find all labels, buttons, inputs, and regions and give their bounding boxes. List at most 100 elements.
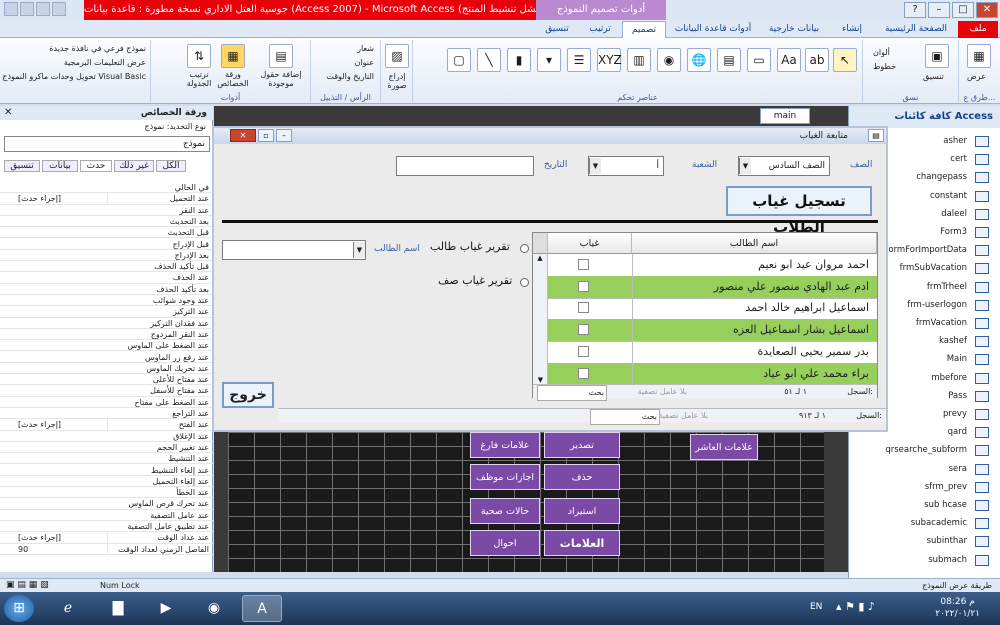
nav-item-form[interactable]: sera bbox=[849, 460, 1000, 478]
line-icon[interactable]: ╲ bbox=[477, 48, 501, 72]
property-row[interactable]: بعد تأكيد الحذف bbox=[0, 284, 213, 295]
subform-new-window-button[interactable]: نموذج فرعي في نافذة جديدة bbox=[49, 44, 146, 53]
property-row[interactable]: قبل تأكيد الحذف bbox=[0, 261, 213, 273]
ps-tab-format[interactable]: تنسيق bbox=[4, 160, 40, 172]
convert-macros-button[interactable]: تحويل وحدات ماكرو النموذج إلى Visual Bas… bbox=[0, 72, 146, 81]
property-row[interactable]: عند عامل التصفية bbox=[0, 510, 213, 521]
property-value[interactable]: 90 bbox=[18, 543, 108, 555]
start-button-icon[interactable]: ⊞ bbox=[4, 595, 34, 622]
table-row[interactable]: بدر سمير يحيى الصعايدة bbox=[548, 340, 877, 364]
button-empty-grades[interactable]: علامات فارغ bbox=[470, 432, 540, 458]
table-row[interactable]: براء محمد علي ابو عياد bbox=[548, 362, 877, 386]
chevron-up-icon[interactable]: ▲ bbox=[533, 254, 547, 262]
tab-order-icon[interactable]: ⇅ bbox=[187, 44, 211, 68]
page-break-icon[interactable]: ☰ bbox=[567, 48, 591, 72]
property-row[interactable]: عند وجود شوائب bbox=[0, 295, 213, 307]
themes-button-label[interactable]: تنسيق bbox=[923, 72, 944, 81]
property-row[interactable]: عند عداد الوقت [إجراء حدث] bbox=[0, 532, 213, 544]
nav-pane-title[interactable]: كافة كائنات Access bbox=[849, 106, 1000, 128]
property-row[interactable]: بعد الإدراج bbox=[0, 250, 213, 262]
chevron-down-icon[interactable]: ▼ bbox=[533, 376, 548, 384]
access-icon[interactable]: A bbox=[242, 595, 282, 622]
insert-image-icon[interactable]: ▨ bbox=[385, 44, 409, 68]
property-row[interactable]: عند إلغاء التنشيط bbox=[0, 465, 213, 476]
table-row[interactable]: اسماعيل بشار اسماعيل العزه bbox=[548, 319, 877, 343]
tab-order-label[interactable]: ترتيب الجدولة bbox=[185, 70, 213, 88]
student-name-cell[interactable]: اسماعيل بشار اسماعيل العزه bbox=[632, 319, 877, 342]
property-row[interactable]: عند الضغط على الماوس bbox=[0, 340, 213, 352]
button-grades[interactable]: العلامات bbox=[544, 530, 620, 556]
property-row[interactable]: عند إلغاء التحميل bbox=[0, 476, 213, 488]
student-name-cell[interactable]: اسماعيل ابراهيم خالد احمد bbox=[632, 297, 877, 320]
option-group-icon[interactable]: XYZ bbox=[597, 48, 622, 72]
property-row[interactable]: عند فقدان التركيز bbox=[0, 318, 213, 329]
property-row[interactable]: قبل الإدراج bbox=[0, 239, 213, 250]
student-name-cell[interactable]: براء محمد علي ابو عياد bbox=[632, 362, 877, 385]
selection-dropdown[interactable]: نموذج bbox=[4, 136, 210, 152]
minimize-button[interactable]: – bbox=[928, 2, 950, 18]
navigation-control-icon[interactable]: ▥ bbox=[627, 48, 651, 72]
view-switcher-icons[interactable]: ▣ ▤ ▦ ▧ bbox=[6, 579, 49, 592]
taskbar-clock[interactable]: 08:26 م ٢٠٢٢/٠١/٢١ bbox=[935, 596, 980, 620]
property-sheet-close-icon[interactable]: ✕ bbox=[4, 107, 12, 118]
class-dropdown[interactable]: الصف السادس ▼ bbox=[738, 156, 830, 176]
button-employee-vacations[interactable]: اجازات موظف bbox=[470, 464, 540, 490]
customize-icon[interactable] bbox=[52, 2, 66, 16]
tab-control-icon[interactable]: ▤ bbox=[717, 48, 741, 72]
tab-external-data[interactable]: بيانات خارجية bbox=[760, 21, 828, 38]
property-sheet-label[interactable]: ورقة الخصائص bbox=[215, 70, 251, 88]
tab-arrange[interactable]: ترتيب bbox=[580, 21, 620, 38]
student-name-cell[interactable]: ادم عبد الهادي منصور علي منصور bbox=[632, 275, 877, 298]
property-row[interactable]: عند تحرك قرص الماوس bbox=[0, 498, 213, 510]
absence-checkbox[interactable] bbox=[578, 367, 589, 379]
outer-record-position[interactable]: ١ لـ ٩١٣ bbox=[799, 409, 826, 423]
button-import[interactable]: استيراد bbox=[544, 498, 620, 524]
property-row[interactable]: عند مفتاح للأعلى bbox=[0, 374, 213, 386]
textbox-control-icon[interactable]: Aa bbox=[777, 48, 801, 72]
internet-explorer-icon[interactable]: ℯ bbox=[48, 595, 88, 622]
maximize-button[interactable]: □ bbox=[952, 2, 974, 18]
property-value[interactable]: [إجراء حدث] bbox=[18, 193, 108, 205]
logo-button[interactable]: شعار bbox=[357, 44, 374, 53]
section-dropdown[interactable]: أ ▼ bbox=[588, 156, 664, 176]
property-value[interactable]: [إجراء حدث] bbox=[18, 419, 108, 431]
student-name-cell[interactable]: بدر سمير يحيى الصعايدة bbox=[632, 340, 877, 363]
dialog-restore-button[interactable]: ▫ bbox=[258, 129, 274, 142]
button-status[interactable]: احوال bbox=[470, 530, 540, 556]
property-row[interactable]: عند الضغط على مفتاح bbox=[0, 397, 213, 408]
no-filter-label[interactable]: بلا عامل تصفية bbox=[637, 385, 687, 399]
undo-icon[interactable] bbox=[20, 2, 34, 16]
property-row[interactable]: عند تغيير الحجم bbox=[0, 442, 213, 454]
button-export[interactable]: تصدير bbox=[544, 432, 620, 458]
outer-no-filter-label[interactable]: بلا عامل تصفية bbox=[658, 409, 708, 423]
radio-student-report[interactable] bbox=[520, 244, 529, 253]
absence-checkbox[interactable] bbox=[578, 324, 589, 336]
outer-record-search[interactable]: بحث bbox=[590, 409, 660, 425]
system-tray-icons[interactable]: ▴ ⚑ ▮ ♪ bbox=[836, 600, 875, 613]
col-absence[interactable]: غياب bbox=[548, 233, 632, 254]
file-explorer-icon[interactable]: ▇ bbox=[98, 595, 138, 622]
record-search[interactable]: بحث bbox=[537, 385, 607, 401]
chevron-down-icon[interactable]: ▼ bbox=[353, 242, 365, 258]
ps-tab-data[interactable]: بيانات bbox=[42, 160, 78, 172]
property-sheet-icon[interactable]: ▦ bbox=[221, 44, 245, 68]
tab-create[interactable]: إنشاء bbox=[830, 21, 874, 38]
add-fields-label[interactable]: إضافة حقول موجودة bbox=[253, 70, 309, 88]
save-icon[interactable] bbox=[4, 2, 18, 16]
select-pointer-icon[interactable]: ↖ bbox=[833, 48, 857, 72]
nav-item-form[interactable]: sfrm_prev bbox=[849, 478, 1000, 496]
property-row[interactable]: عند النقر bbox=[0, 205, 213, 216]
combo-box-icon[interactable]: ▾ bbox=[537, 48, 561, 72]
property-row[interactable]: الفاصل الزمني لعداد الوقت 90 bbox=[0, 543, 213, 555]
property-row[interactable]: عند التحميل [إجراء حدث] bbox=[0, 193, 213, 205]
property-value[interactable]: [إجراء حدث] bbox=[18, 532, 108, 544]
button-tenth-grades[interactable]: علامات العاشر bbox=[690, 434, 758, 460]
colors-button[interactable]: ألوان bbox=[873, 48, 890, 57]
radio-class-report[interactable] bbox=[520, 278, 529, 287]
add-fields-icon[interactable]: ▤ bbox=[269, 44, 293, 68]
nav-item-form[interactable]: subacademic bbox=[849, 514, 1000, 532]
absence-checkbox[interactable] bbox=[578, 280, 589, 292]
property-row[interactable]: عند الإغلاق bbox=[0, 431, 213, 442]
property-row[interactable]: عند تطبيق عامل التصفية bbox=[0, 521, 213, 533]
property-row[interactable]: عند مفتاح للأسفل bbox=[0, 385, 213, 397]
